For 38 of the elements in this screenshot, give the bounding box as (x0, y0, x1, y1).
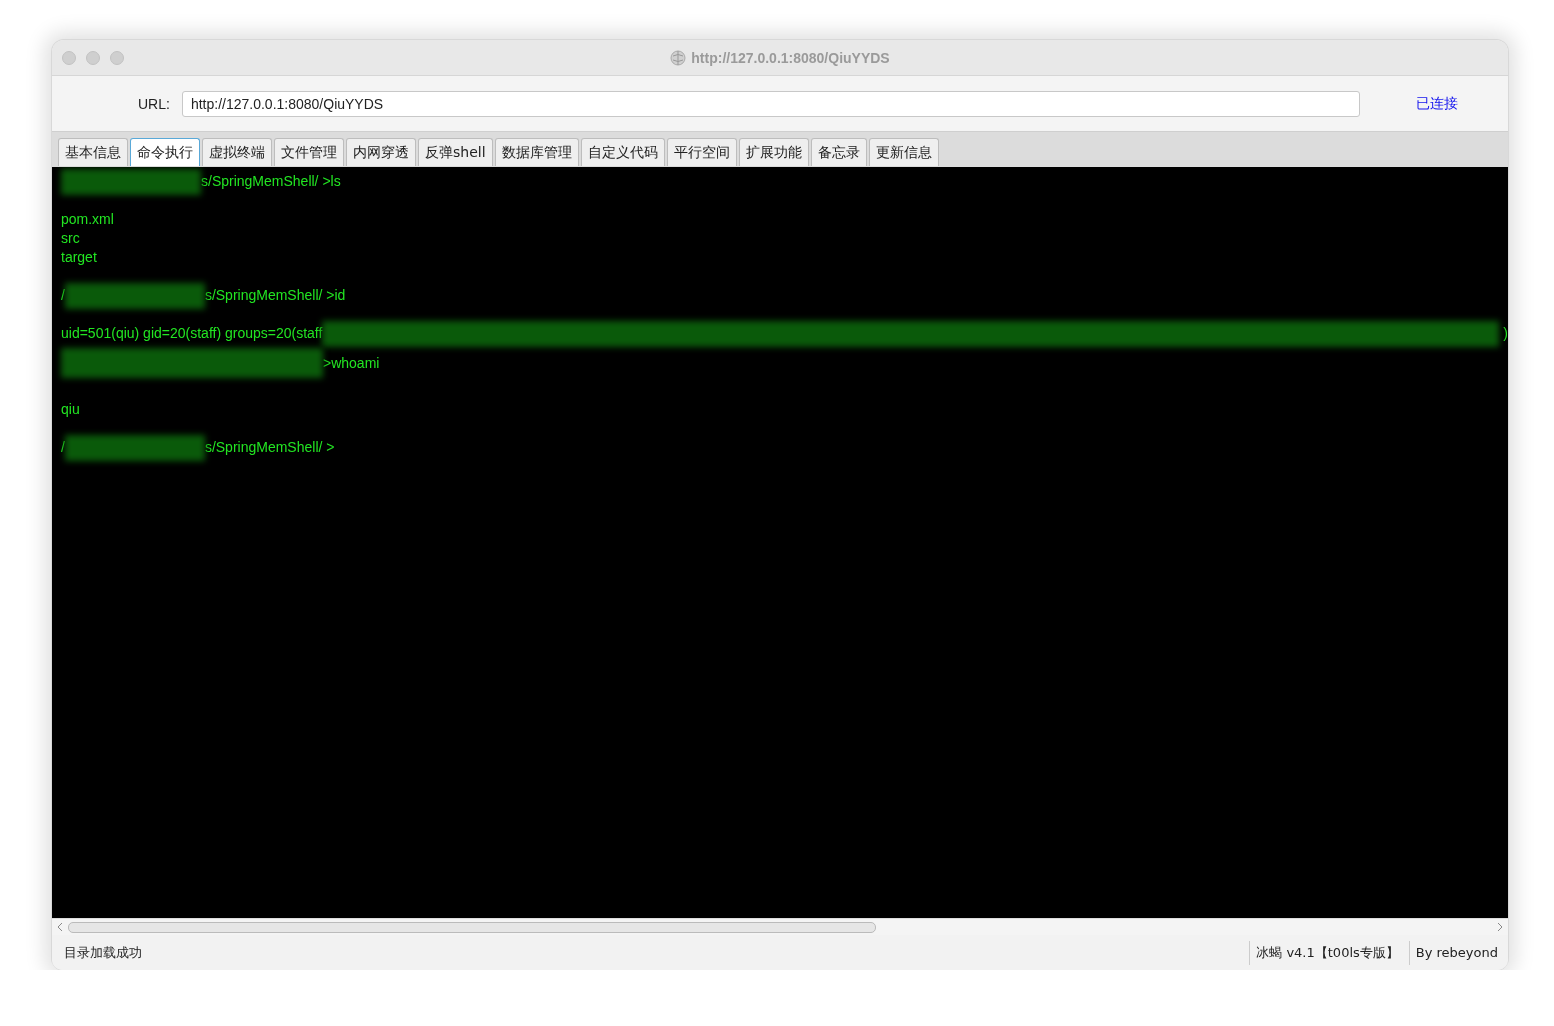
tab[interactable]: 命令执行 (130, 138, 200, 166)
output-line: target (61, 248, 97, 267)
connection-status: 已连接 (1416, 94, 1458, 113)
window-title: http://127.0.0.1:8080/QiuYYDS (691, 49, 890, 66)
command-line: s/SpringMemShell/ > (204, 438, 335, 457)
globe-icon (670, 49, 687, 66)
scroll-left-icon[interactable] (56, 922, 64, 932)
command-line: >whoami (323, 353, 380, 373)
close-button[interactable] (62, 50, 76, 65)
url-label: URL: (138, 95, 170, 112)
status-text: 冰蝎 v4.1【t00ls专版】 (1249, 940, 1409, 965)
output-line: src (61, 229, 80, 248)
tab[interactable]: 自定义代码 (580, 138, 665, 166)
zoom-button[interactable] (110, 50, 124, 65)
output-line: pom.xml (61, 210, 114, 229)
command-line: s/SpringMemShell/ >id (204, 286, 346, 305)
scrollbar-thumb[interactable] (68, 921, 876, 933)
tab[interactable]: 平行空间 (666, 138, 737, 166)
url-field[interactable]: http://127.0.0.1:8080/QiuYYDS (181, 90, 1360, 117)
output-line: uid=501(qiu) gid=20(staff) groups=20(staff (61, 324, 323, 343)
minimize-button[interactable] (86, 50, 100, 65)
tab[interactable]: 内网穿透 (346, 138, 416, 166)
tab[interactable]: 文件管理 (274, 138, 344, 166)
tab[interactable]: 数据库管理 (494, 138, 579, 166)
tab[interactable]: 虚拟终端 (202, 138, 272, 166)
tab[interactable]: 扩展功能 (738, 138, 809, 166)
output-line: qiu (61, 400, 80, 419)
prompt-slash: / (61, 438, 65, 457)
command-line: s/SpringMemShell/ >ls (201, 172, 341, 191)
tab[interactable]: 备忘录 (810, 138, 867, 166)
status-message: 目录加载成功 (63, 943, 143, 962)
output-line: ) (1503, 324, 1508, 343)
scroll-right-icon[interactable] (1496, 922, 1504, 932)
tab[interactable]: 反弹shell (418, 138, 493, 166)
tab[interactable]: 基本信息 (58, 138, 128, 166)
prompt-slash: / (61, 286, 65, 305)
status-text: By rebeyond (1408, 940, 1508, 965)
tab[interactable]: 更新信息 (868, 138, 939, 166)
